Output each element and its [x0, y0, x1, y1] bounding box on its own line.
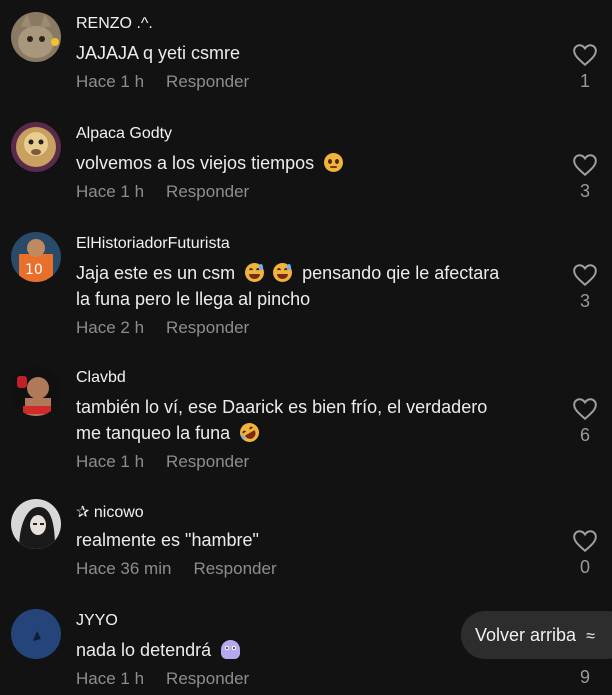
svg-text:10: 10	[25, 262, 43, 278]
ghost-icon	[221, 640, 241, 659]
avatar[interactable]	[11, 499, 61, 549]
comment-text-body: nada lo detendrá	[76, 640, 212, 660]
avatar[interactable]	[11, 12, 61, 62]
like-button[interactable]: 6	[571, 397, 599, 446]
scroll-to-top-button[interactable]: Volver arriba ≈	[461, 611, 612, 659]
comment-text-line1b: pensando qie le afectara	[302, 263, 500, 283]
username[interactable]: JYYO	[76, 612, 118, 630]
username[interactable]: Clavbd	[76, 369, 126, 387]
comment-time: Hace 1 h	[76, 182, 145, 201]
heart-icon	[573, 154, 597, 177]
comment-text: volvemos a los viejos tiempos	[76, 150, 556, 176]
like-button[interactable]: 0	[571, 529, 599, 578]
comment-time: Hace 1 h	[76, 72, 145, 91]
avatar[interactable]	[11, 366, 61, 416]
comment-meta: Hace 1 h Responder	[76, 452, 249, 472]
comment-text: JAJAJA q yeti csmre	[76, 43, 241, 63]
comment-meta: Hace 1 h Responder	[76, 72, 249, 92]
comment-time: Hace 2 h	[76, 318, 145, 337]
like-count: 3	[579, 291, 590, 311]
comment-text-line2: me tanqueo la funa	[76, 423, 231, 443]
sweat-smile-face-icon	[273, 263, 293, 282]
avatar[interactable]	[11, 609, 61, 659]
like-count: 3	[579, 181, 590, 201]
user-prefix-star-icon: ✰	[76, 504, 90, 521]
sweat-smile-face-icon	[245, 263, 265, 282]
reply-button[interactable]: Responder	[166, 182, 249, 201]
like-button[interactable]: 3	[571, 153, 599, 202]
comment-meta: Hace 36 min Responder	[76, 559, 277, 579]
username[interactable]: ✰ nicowo	[76, 502, 144, 522]
avatar[interactable]: 10	[11, 232, 61, 282]
comment-meta: Hace 1 h Responder	[76, 669, 249, 689]
heart-icon	[573, 398, 597, 421]
heart-icon	[573, 44, 597, 67]
reply-button[interactable]: Responder	[166, 452, 249, 471]
comment-text: realmente es "hambre"	[76, 530, 259, 550]
username[interactable]: ElHistoriadorFuturista	[76, 235, 230, 253]
comment-text: también lo ví, ese Daarick es bien frío,…	[76, 394, 556, 446]
like-count: 1	[579, 71, 590, 91]
like-count: 6	[579, 425, 590, 445]
comment-time: Hace 36 min	[76, 559, 172, 578]
like-count: 9	[579, 667, 590, 687]
like-count: 0	[579, 557, 590, 577]
rolling-laughing-face-icon	[236, 419, 263, 446]
like-button[interactable]: 1	[571, 43, 599, 92]
comment-list: RENZO .^. JAJAJA q yeti csmre Hace 1 h Re…	[0, 0, 612, 695]
comment-text: Jaja este es un csm pensando qie le afec…	[76, 260, 556, 312]
comment-meta: Hace 1 h Responder	[76, 182, 249, 202]
reply-button[interactable]: Responder	[166, 669, 249, 688]
reply-button[interactable]: Responder	[193, 559, 276, 578]
username[interactable]: Alpaca Godty	[76, 125, 172, 143]
comment-text-line1: también lo ví, ese Daarick es bien frío,…	[76, 397, 488, 417]
reply-button[interactable]: Responder	[166, 72, 249, 91]
scroll-to-top-label: Volver arriba	[475, 625, 577, 645]
comment-time: Hace 1 h	[76, 452, 145, 471]
comment-time: Hace 1 h	[76, 669, 145, 688]
comment-meta: Hace 2 h Responder	[76, 318, 249, 338]
comment-text-line2: la funa pero le llega al pincho	[76, 289, 311, 309]
avatar[interactable]	[11, 122, 61, 172]
reply-button[interactable]: Responder	[166, 318, 249, 337]
username-text: nicowo	[93, 504, 144, 521]
heart-icon	[573, 264, 597, 287]
chevron-up-icon: ≈	[586, 628, 595, 645]
heart-icon	[573, 530, 597, 553]
comment-text-body: volvemos a los viejos tiempos	[76, 153, 315, 173]
username[interactable]: RENZO .^.	[76, 15, 153, 33]
pleading-face-icon	[324, 153, 344, 172]
like-button[interactable]: 3	[571, 263, 599, 312]
comment-text-line1: Jaja este es un csm	[76, 263, 236, 283]
